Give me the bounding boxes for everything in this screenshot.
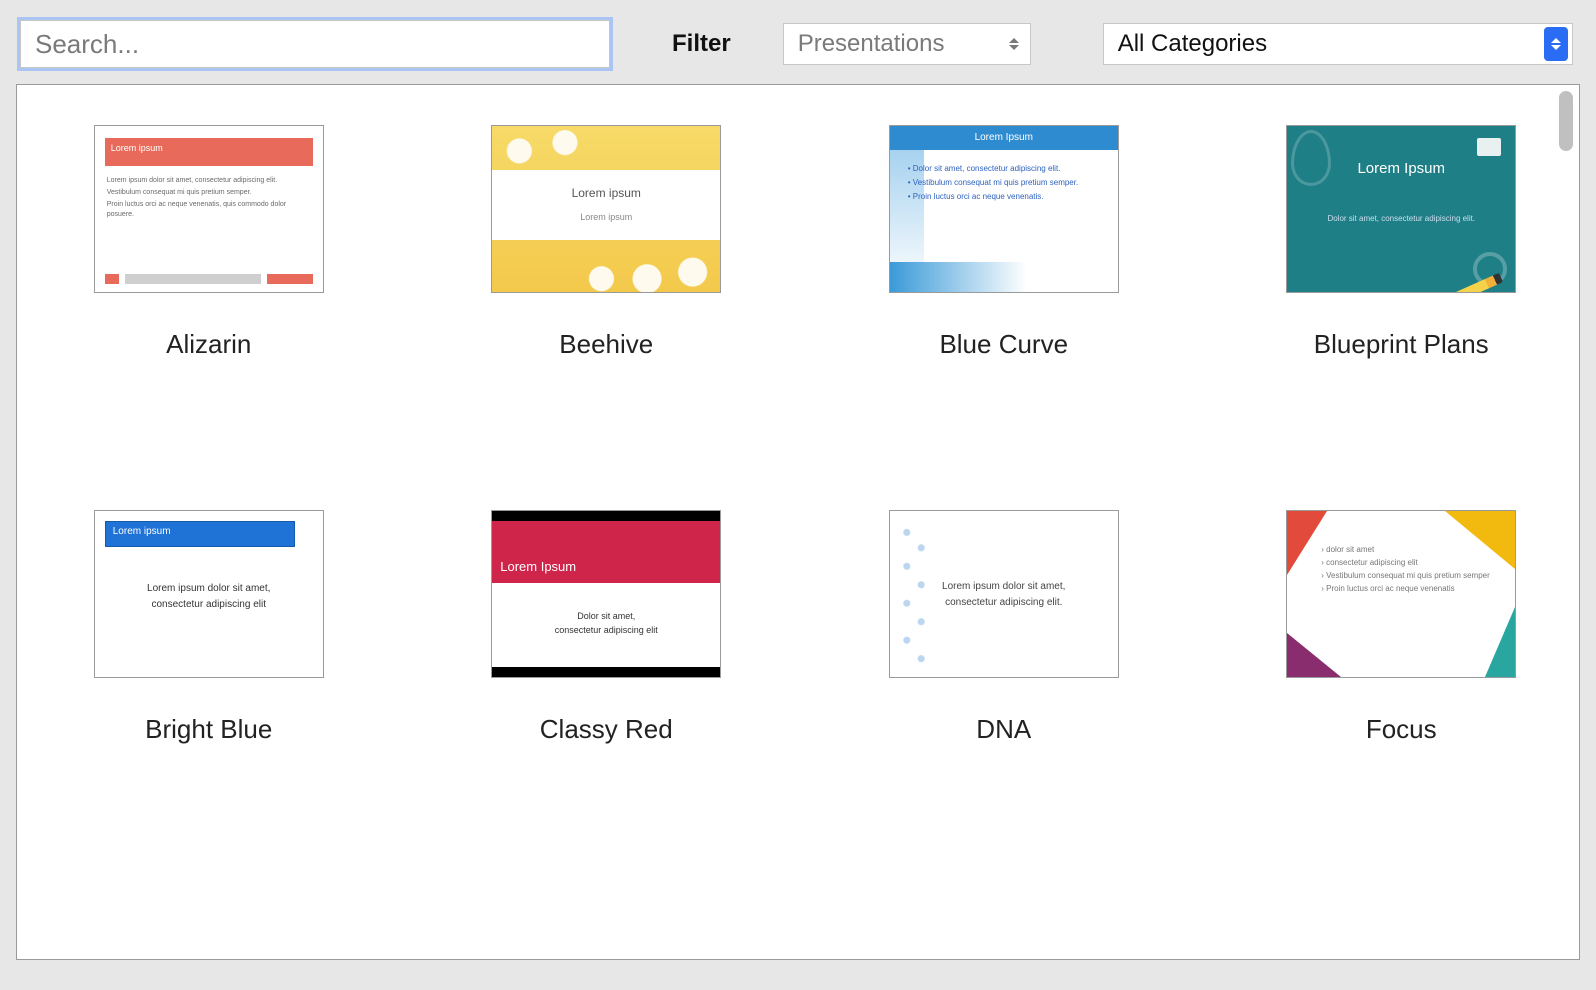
template-card-bright-blue[interactable]: Lorem ipsum Lorem ipsum dolor sit amet, … [71,510,347,745]
thumb-line: Proin luctus orci ac neque venenatis. [908,192,1044,201]
category-value: All Categories [1118,30,1267,58]
template-name: Classy Red [540,714,673,745]
thumb-title: Lorem Ipsum [500,559,576,574]
thumb-line: dolor sit amet [1321,545,1490,554]
template-card-blue-curve[interactable]: Lorem Ipsum Dolor sit amet, consectetur … [866,125,1142,360]
template-thumbnail: Lorem ipsum Lorem ipsum dolor sit amet, … [94,125,324,293]
template-card-focus[interactable]: dolor sit amet consectetur adipiscing el… [1264,510,1540,745]
thumb-line: consectetur adipiscing elit [492,625,720,635]
thumb-title: Lorem Ipsum [1287,160,1515,177]
filter-label: Filter [672,30,731,58]
thumb-title: Lorem ipsum [111,143,163,153]
thumb-title: Lorem ipsum [113,526,171,537]
thumb-line: Dolor sit amet, consectetur adipiscing e… [908,164,1061,173]
template-thumbnail: Lorem ipsum Lorem ipsum [491,125,721,293]
template-card-blueprint-plans[interactable]: Lorem Ipsum Dolor sit amet, consectetur … [1264,125,1540,360]
template-thumbnail: Lorem Ipsum Dolor sit amet, consectetur … [1286,125,1516,293]
scrollbar-thumb[interactable] [1559,91,1573,151]
thumb-line: consectetur adipiscing elit [1321,558,1490,567]
template-name: Beehive [559,329,653,360]
toolbar: Filter Presentations All Categories [16,16,1580,84]
thumb-line: Dolor sit amet, [492,611,720,621]
thumb-subtitle: Lorem ipsum [492,212,720,222]
search-input[interactable] [20,20,610,68]
template-type-value: Presentations [798,30,945,58]
thumb-line: Vestibulum consequat mi quis pretium sem… [107,188,311,198]
template-name: DNA [976,714,1031,745]
thumb-line: Lorem ipsum dolor sit amet, [890,581,1118,592]
thumb-line: Proin luctus orci ac neque venenatis, qu… [107,200,311,220]
updown-icon [1002,27,1026,61]
thumb-line: Vestibulum consequat mi quis pretium sem… [908,178,1078,187]
updown-icon [1544,27,1568,61]
thumb-line: consectetur adipiscing elit. [890,597,1118,608]
template-thumbnail: dolor sit amet consectetur adipiscing el… [1286,510,1516,678]
template-name: Blueprint Plans [1314,329,1489,360]
template-gallery: Lorem ipsum Lorem ipsum dolor sit amet, … [16,84,1580,960]
template-type-select[interactable]: Presentations [783,23,1031,65]
thumb-subtitle: Dolor sit amet, consectetur adipiscing e… [1287,214,1515,223]
template-card-beehive[interactable]: Lorem ipsum Lorem ipsum Beehive [469,125,745,360]
thumb-line: consectetur adipiscing elit [95,599,323,610]
template-card-alizarin[interactable]: Lorem ipsum Lorem ipsum dolor sit amet, … [71,125,347,360]
thumb-line: Vestibulum consequat mi quis pretium sem… [1321,571,1490,580]
template-thumbnail: Lorem Ipsum Dolor sit amet, consectetur … [889,125,1119,293]
thumb-list: dolor sit amet consectetur adipiscing el… [1321,545,1490,597]
template-card-dna[interactable]: Lorem ipsum dolor sit amet, consectetur … [866,510,1142,745]
template-name: Alizarin [166,329,251,360]
template-name: Blue Curve [939,329,1068,360]
template-thumbnail: Lorem Ipsum Dolor sit amet, consectetur … [491,510,721,678]
thumb-line: Proin luctus orci ac neque venenatis [1321,584,1490,593]
template-name: Bright Blue [145,714,272,745]
category-select[interactable]: All Categories [1103,23,1573,65]
template-card-classy-red[interactable]: Lorem Ipsum Dolor sit amet, consectetur … [469,510,745,745]
template-grid: Lorem ipsum Lorem ipsum dolor sit amet, … [71,125,1539,745]
thumb-title: Lorem ipsum [492,186,720,200]
template-thumbnail: Lorem ipsum dolor sit amet, consectetur … [889,510,1119,678]
thumb-title: Lorem Ipsum [890,126,1118,150]
thumb-line: Lorem ipsum dolor sit amet, consectetur … [107,176,311,186]
thumb-line: Lorem ipsum dolor sit amet, [95,583,323,594]
template-thumbnail: Lorem ipsum Lorem ipsum dolor sit amet, … [94,510,324,678]
template-name: Focus [1366,714,1437,745]
